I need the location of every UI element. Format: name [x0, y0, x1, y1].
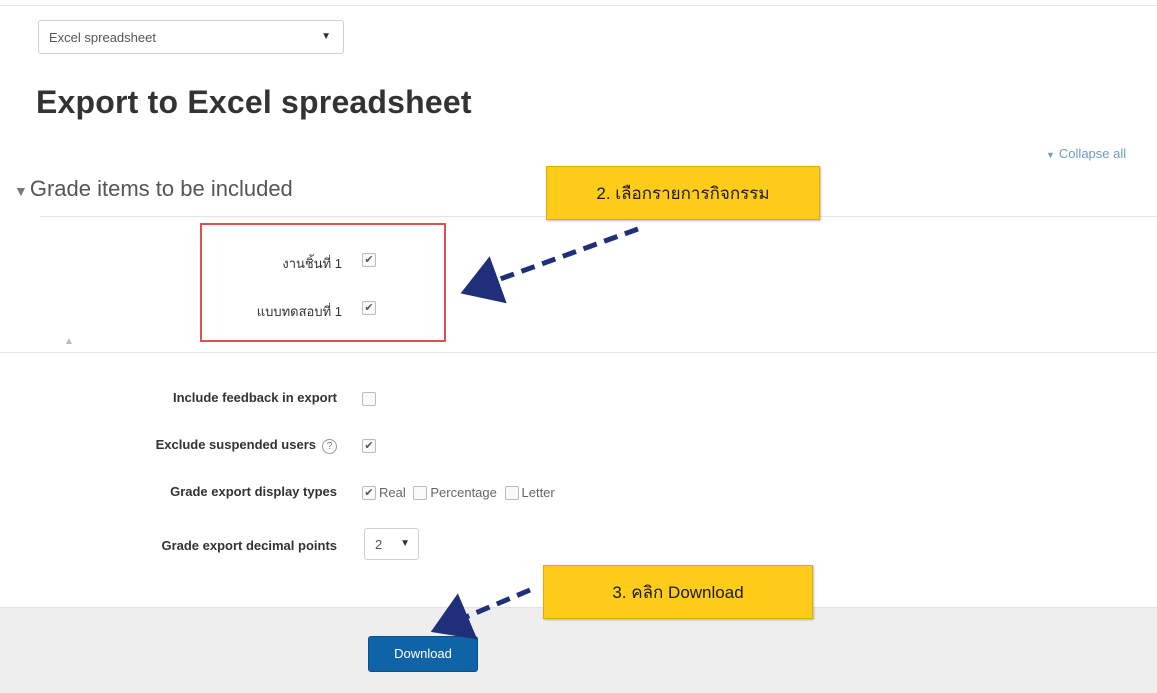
exclude-suspended-label: Exclude suspended users — [155, 437, 316, 452]
decimal-points-select[interactable]: 2 ▼ — [364, 528, 419, 560]
display-type-percentage-checkbox[interactable]: ✔ — [413, 485, 428, 500]
callout-step-3: 3. คลิก Download — [543, 565, 813, 619]
grade-item-checkbox[interactable]: ✔ — [362, 301, 376, 315]
chevron-down-icon: ▼ — [400, 538, 410, 549]
decimal-points-label: Grade export decimal points — [161, 538, 337, 553]
grade-item-checkbox[interactable]: ✔ — [362, 253, 376, 267]
callout-step-2: 2. เลือกรายการกิจกรรม — [546, 166, 820, 220]
export-format-select[interactable]: Excel spreadsheet ▼ — [38, 20, 344, 54]
display-type-real-label: Real — [379, 485, 406, 501]
exclude-suspended-checkbox[interactable]: ✔ — [362, 438, 376, 453]
section-grade-items-toggle[interactable]: ▼Grade items to be included — [14, 176, 293, 202]
decimal-points-row: Grade export decimal points — [0, 535, 1157, 557]
decimal-points-value: 2 — [375, 537, 383, 552]
form-footer — [0, 607, 1157, 693]
triangle-down-icon: ▼ — [14, 183, 28, 199]
arrow-to-grade-items — [460, 226, 639, 304]
include-feedback-label: Include feedback in export — [173, 390, 337, 405]
display-types-label: Grade export display types — [170, 484, 337, 499]
collapse-all-link[interactable]: ▼ Collapse all — [1046, 146, 1126, 161]
display-type-percentage-label: Percentage — [430, 485, 497, 501]
display-type-real-checkbox[interactable]: ✔ — [362, 485, 376, 500]
grade-item-row: งานชิ้นที่ 1 ✔ — [200, 251, 440, 271]
section-divider — [0, 352, 1157, 353]
triangle-down-icon: ▼ — [1046, 150, 1055, 160]
exclude-suspended-row: Exclude suspended users? ✔ — [0, 434, 1157, 456]
help-icon[interactable]: ? — [322, 439, 337, 454]
export-format-value: Excel spreadsheet — [49, 30, 156, 45]
page-title: Export to Excel spreadsheet — [36, 84, 472, 120]
section-legend-label: Grade items to be included — [29, 176, 293, 201]
display-type-letter-label: Letter — [521, 485, 555, 501]
collapse-dot-icon: ▲ — [64, 336, 74, 347]
highlight-box — [200, 223, 446, 342]
grade-item-label: แบบทดสอบที่ 1 — [256, 304, 342, 319]
download-button[interactable]: Download — [368, 636, 478, 672]
include-feedback-row: Include feedback in export ✔ — [0, 387, 1157, 409]
chevron-down-icon: ▼ — [321, 31, 331, 42]
grade-item-row: แบบทดสอบที่ 1 ✔ — [200, 299, 440, 319]
top-rule — [0, 0, 1157, 6]
display-type-letter-checkbox[interactable]: ✔ — [504, 485, 519, 500]
display-types-row: Grade export display types ✔Real ✔Percen… — [0, 481, 1157, 503]
grade-item-label: งานชิ้นที่ 1 — [282, 256, 342, 271]
include-feedback-checkbox[interactable]: ✔ — [362, 391, 376, 406]
collapse-all-label: Collapse all — [1058, 146, 1127, 161]
